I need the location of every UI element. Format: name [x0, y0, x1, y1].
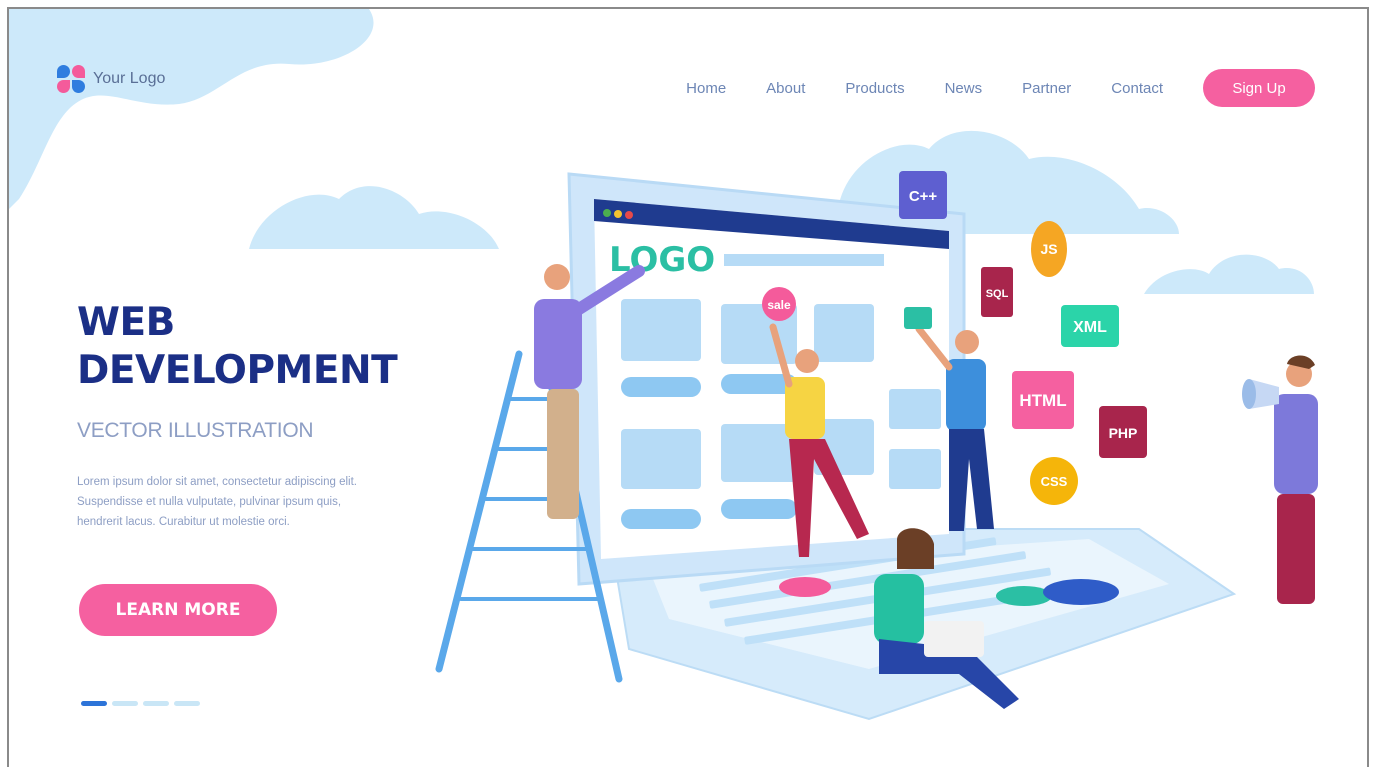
tag-js-text: JS	[1040, 241, 1057, 257]
sale-tag: sale	[762, 287, 796, 321]
tag-xml-text: XML	[1073, 319, 1107, 336]
tag-cpp-text: C++	[909, 188, 938, 205]
person-megaphone	[1242, 355, 1318, 604]
tag-php: PHP	[1099, 406, 1147, 458]
tag-css-text: CSS	[1041, 474, 1068, 489]
web-development-illustration: LOGO sale C++ JS SQL XML HTML PHP CSS	[435, 171, 1318, 721]
tag-xml: XML	[1061, 305, 1119, 347]
sale-tag-text: sale	[767, 298, 791, 312]
tag-js: JS	[1031, 221, 1067, 277]
tag-sql: SQL	[981, 267, 1013, 317]
tag-php-text: PHP	[1109, 425, 1138, 441]
landing-page: Your Logo Home About Products News Partn…	[7, 7, 1369, 767]
tag-css: CSS	[1030, 457, 1078, 505]
laptop-screen: LOGO	[567, 172, 966, 586]
tag-cpp: C++	[899, 171, 947, 219]
tag-html: HTML	[1012, 371, 1074, 429]
pink-disk	[779, 577, 831, 597]
tag-html-text: HTML	[1019, 391, 1066, 410]
tag-sql-text: SQL	[986, 288, 1009, 300]
